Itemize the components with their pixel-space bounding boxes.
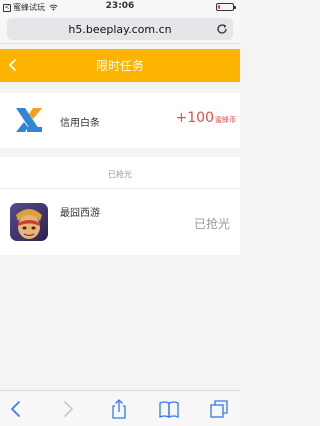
claimed-section: 已抢光 最囧西游 已抢光 xyxy=(0,157,240,255)
battery-level xyxy=(218,5,220,9)
forward-icon[interactable] xyxy=(56,399,78,419)
browser-bar: h5.beeplay.com.cn xyxy=(0,14,240,44)
section-header: 已抢光 xyxy=(108,170,132,179)
back-icon[interactable] xyxy=(6,399,28,419)
bookmarks-icon[interactable] xyxy=(158,399,180,419)
status-badge: 已抢光 xyxy=(193,217,230,231)
reward-unit: 蜜蜂币 xyxy=(215,116,236,124)
game-icon xyxy=(10,203,48,241)
browser-toolbar xyxy=(0,390,240,426)
task-card[interactable]: 信用白条 +100 蜜蜂币 xyxy=(0,93,240,148)
task-name: 信用白条 xyxy=(60,118,100,129)
xinyong-baitiao-logo xyxy=(16,108,42,132)
task-reward: +100 蜜蜂币 xyxy=(176,110,236,126)
url-text: h5.beeplay.com.cn xyxy=(68,22,172,36)
battery-icon xyxy=(216,3,236,11)
reload-icon[interactable] xyxy=(215,22,229,36)
share-icon[interactable] xyxy=(108,399,130,419)
divider xyxy=(0,188,240,189)
game-name: 最囧西游 xyxy=(60,208,100,219)
status-time: 23:06 xyxy=(105,1,135,11)
reward-amount: +100 xyxy=(175,110,214,126)
status-bar: < 蜜蜂试玩 23:06 xyxy=(0,0,240,14)
page-title: 限时任务 xyxy=(95,59,144,73)
address-bar[interactable]: h5.beeplay.com.cn xyxy=(7,18,233,40)
app-header: 限时任务 xyxy=(0,49,240,82)
chevron-left-icon[interactable] xyxy=(6,57,20,73)
tabs-icon[interactable] xyxy=(208,399,230,419)
